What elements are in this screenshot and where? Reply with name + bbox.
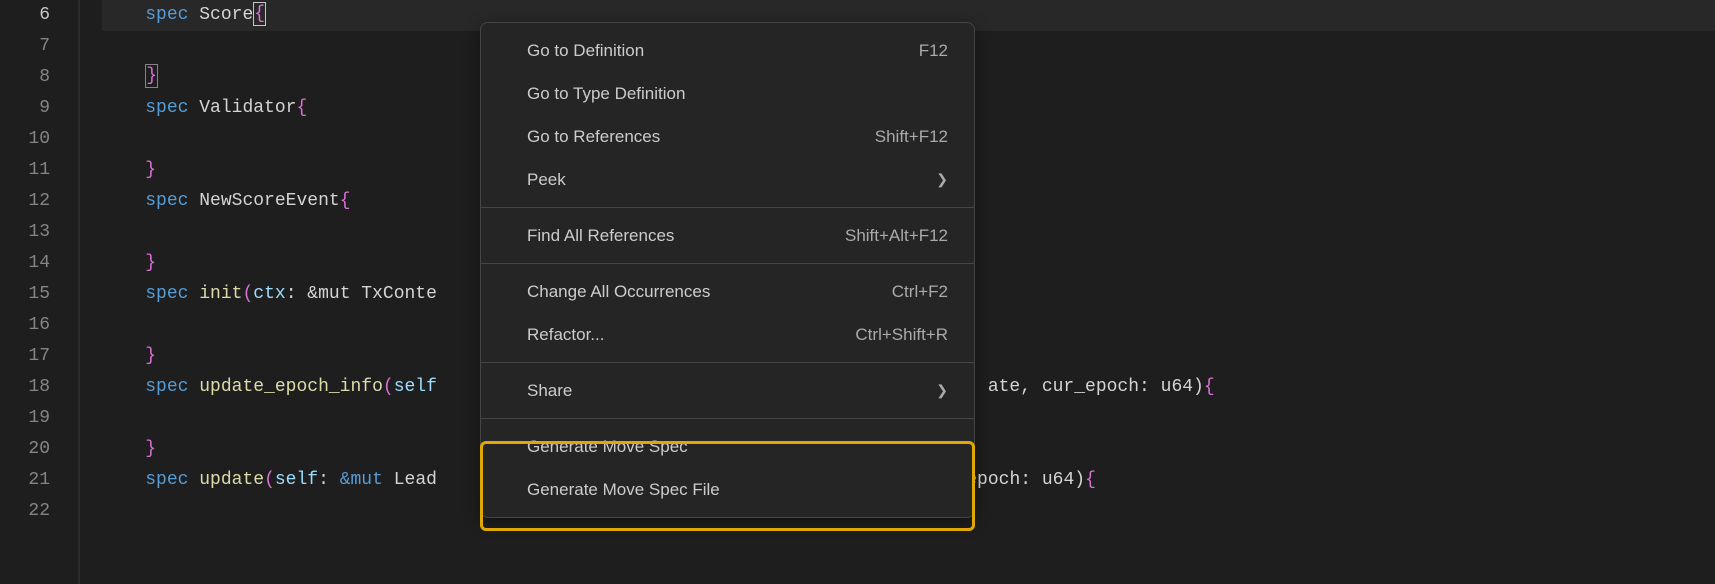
line-number: 20 (0, 434, 50, 465)
context-menu: Go to Definition F12 Go to Type Definiti… (480, 22, 975, 518)
menu-label: Generate Move Spec (527, 437, 688, 457)
chevron-right-icon: ❯ (936, 382, 948, 399)
line-number: 15 (0, 279, 50, 310)
menu-generate-move-spec-file[interactable]: Generate Move Spec File (481, 468, 974, 511)
line-number: 13 (0, 217, 50, 248)
line-number: 22 (0, 496, 50, 527)
menu-label: Go to Type Definition (527, 84, 685, 104)
menu-goto-references[interactable]: Go to References Shift+F12 (481, 115, 974, 158)
menu-label: Go to Definition (527, 41, 644, 61)
chevron-right-icon: ❯ (936, 171, 948, 188)
menu-find-all-references[interactable]: Find All References Shift+Alt+F12 (481, 214, 974, 257)
menu-refactor[interactable]: Refactor... Ctrl+Shift+R (481, 313, 974, 356)
line-number: 8 (0, 62, 50, 93)
menu-peek[interactable]: Peek ❯ (481, 158, 974, 201)
menu-label: Change All Occurrences (527, 282, 710, 302)
line-number: 21 (0, 465, 50, 496)
line-number: 11 (0, 155, 50, 186)
menu-generate-move-spec[interactable]: Generate Move Spec (481, 425, 974, 468)
line-number: 14 (0, 248, 50, 279)
menu-change-all-occurrences[interactable]: Change All Occurrences Ctrl+F2 (481, 270, 974, 313)
line-number: 18 (0, 372, 50, 403)
menu-label: Refactor... (527, 325, 604, 345)
menu-goto-definition[interactable]: Go to Definition F12 (481, 29, 974, 72)
line-number-gutter: 678910111213141516171819202122 (0, 0, 80, 584)
menu-goto-type-definition[interactable]: Go to Type Definition (481, 72, 974, 115)
menu-shortcut: Ctrl+F2 (892, 282, 948, 302)
line-number: 10 (0, 124, 50, 155)
line-number: 16 (0, 310, 50, 341)
menu-shortcut: Ctrl+Shift+R (855, 325, 948, 345)
menu-separator (481, 362, 974, 363)
menu-separator (481, 263, 974, 264)
menu-label: Generate Move Spec File (527, 480, 720, 500)
line-number: 7 (0, 31, 50, 62)
line-number: 6 (0, 0, 50, 31)
menu-shortcut: F12 (919, 41, 948, 61)
line-number: 19 (0, 403, 50, 434)
keyword-spec: spec (145, 5, 188, 25)
menu-label: Peek (527, 170, 566, 190)
bracket-match: } (145, 64, 158, 88)
menu-separator (481, 207, 974, 208)
text-cursor: { (253, 2, 266, 26)
menu-separator (481, 418, 974, 419)
line-number: 12 (0, 186, 50, 217)
menu-label: Share (527, 381, 572, 401)
type-name: Score (199, 5, 253, 25)
line-number: 9 (0, 93, 50, 124)
menu-label: Find All References (527, 226, 674, 246)
menu-shortcut: Shift+Alt+F12 (845, 226, 948, 246)
line-number: 17 (0, 341, 50, 372)
menu-shortcut: Shift+F12 (875, 127, 948, 147)
menu-share[interactable]: Share ❯ (481, 369, 974, 412)
menu-label: Go to References (527, 127, 660, 147)
